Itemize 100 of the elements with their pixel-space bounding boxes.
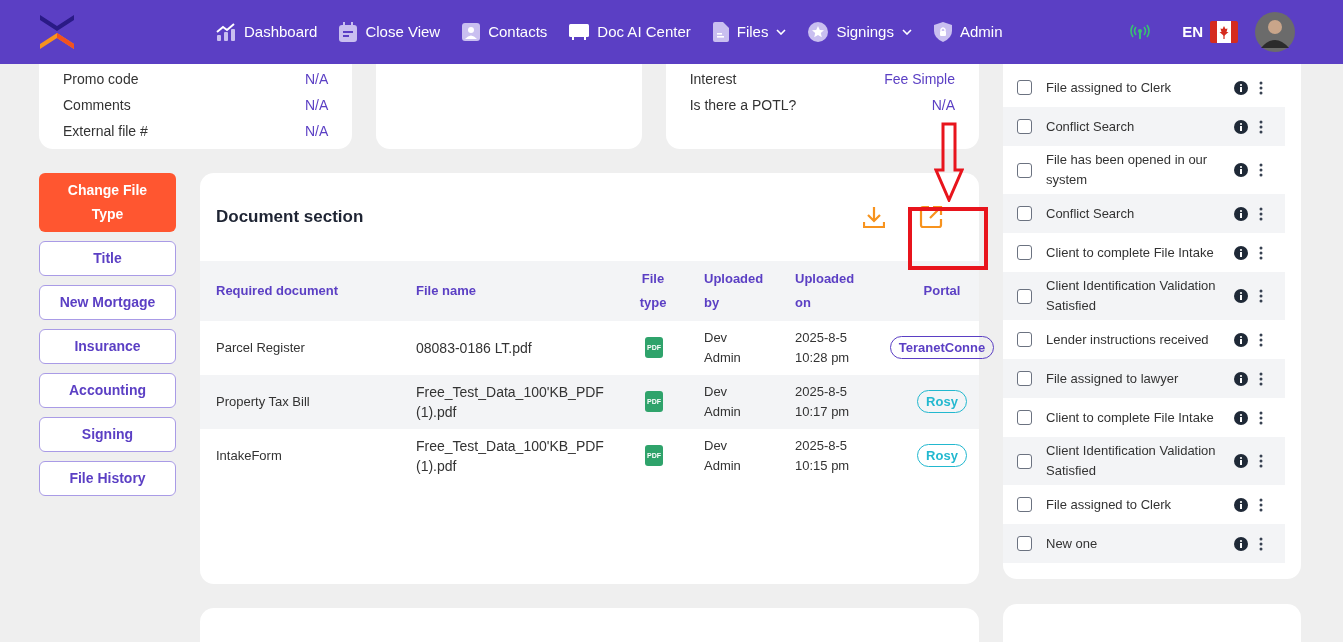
task-label: Lender instructions received <box>1046 330 1210 349</box>
task-label: File assigned to lawyer <box>1046 369 1180 388</box>
contact-icon <box>462 23 481 41</box>
more-options-icon[interactable] <box>1259 206 1263 221</box>
info-icon[interactable] <box>1234 410 1248 425</box>
table-cell-text: 2025-8-5 10:15 pm <box>795 436 851 475</box>
checkbox[interactable] <box>1017 497 1032 512</box>
checkbox[interactable] <box>1017 119 1032 134</box>
calendar-icon <box>339 22 358 42</box>
open-external-icon[interactable] <box>919 204 943 229</box>
task-label: File assigned to Clerk <box>1046 78 1172 97</box>
column-header: Required document <box>216 281 339 300</box>
more-options-icon[interactable] <box>1259 454 1263 468</box>
info-icon[interactable] <box>1234 163 1248 177</box>
field-value: N/A <box>305 95 329 115</box>
info-icon[interactable] <box>1234 119 1248 134</box>
field-value: N/A <box>305 69 329 89</box>
checkbox[interactable] <box>1017 453 1032 469</box>
more-options-icon[interactable] <box>1259 536 1263 551</box>
checkbox[interactable] <box>1017 371 1032 386</box>
screen-icon <box>569 23 590 41</box>
task-label: New one <box>1046 534 1099 553</box>
info-icon[interactable] <box>1234 497 1248 512</box>
checkbox[interactable] <box>1017 162 1032 178</box>
column-header: Uploaded on <box>795 269 856 312</box>
more-options-icon[interactable] <box>1259 410 1263 425</box>
section-button[interactable]: Accounting <box>39 372 176 408</box>
info-icon[interactable] <box>1234 80 1248 95</box>
nav-link[interactable]: Doc AI Center <box>569 20 691 44</box>
more-options-icon[interactable] <box>1259 163 1263 177</box>
nav-link[interactable]: Admin <box>933 20 1003 44</box>
checkbox[interactable] <box>1017 80 1032 95</box>
language-label[interactable]: EN <box>1182 20 1203 44</box>
task-label: File assigned to Clerk <box>1046 495 1172 514</box>
task-label: Client to complete File Intake <box>1046 243 1215 262</box>
info-icon[interactable] <box>1234 371 1248 386</box>
field-label: External file # <box>63 121 148 141</box>
table-cell-text: 2025-8-5 10:28 pm <box>795 328 851 367</box>
logo-icon <box>38 13 76 51</box>
info-icon[interactable] <box>1234 332 1248 347</box>
shield-icon <box>933 22 952 42</box>
info-icon[interactable] <box>1234 289 1248 303</box>
more-options-icon[interactable] <box>1259 289 1263 303</box>
more-options-icon[interactable] <box>1259 80 1263 95</box>
file-icon <box>712 22 729 42</box>
info-icon[interactable] <box>1234 536 1248 551</box>
nav-link[interactable]: Contacts <box>462 20 548 44</box>
checkbox[interactable] <box>1017 206 1032 221</box>
info-icon[interactable] <box>1234 206 1248 221</box>
info-icon[interactable] <box>1234 454 1248 468</box>
more-options-icon[interactable] <box>1259 332 1263 347</box>
checkbox[interactable] <box>1017 288 1032 304</box>
task-label: Client to complete File Intake <box>1046 408 1215 427</box>
checkbox[interactable] <box>1017 245 1032 260</box>
section-title: Document section <box>216 206 364 228</box>
table-cell-text: Dev Admin <box>704 382 742 421</box>
section-button[interactable]: Title <box>39 240 176 276</box>
nav-link[interactable]: Signings <box>808 20 912 44</box>
file-name-link[interactable]: Free_Test_Data_100'KB_PDF (1).pdf <box>416 381 626 422</box>
table-cell-text: Property Tax Bill <box>216 392 311 411</box>
column-header: File type <box>638 269 668 312</box>
section-button[interactable]: Signing <box>39 416 176 452</box>
column-header: Portal <box>923 281 961 300</box>
column-header: Uploaded by <box>704 269 765 312</box>
nav-link[interactable]: Files <box>712 20 787 44</box>
more-options-icon[interactable] <box>1259 245 1263 260</box>
more-options-icon[interactable] <box>1259 119 1263 134</box>
nav-link[interactable]: Dashboard <box>216 20 318 44</box>
signal-icon <box>1129 24 1152 40</box>
info-icon[interactable] <box>1234 245 1248 260</box>
more-options-icon[interactable] <box>1259 371 1263 386</box>
column-header: File name <box>416 281 476 300</box>
field-label: Interest <box>689 69 737 89</box>
section-button[interactable]: New Mortgage <box>39 284 176 320</box>
table-cell-text: Dev Admin <box>704 328 742 367</box>
task-label: Client Identification Validation Satisfied <box>1046 442 1217 480</box>
field-value: N/A <box>931 95 955 115</box>
more-options-icon[interactable] <box>1259 497 1263 512</box>
field-label: Comments <box>63 95 131 115</box>
checkbox[interactable] <box>1017 536 1032 551</box>
chart-icon <box>216 22 236 42</box>
task-label: Conflict Search <box>1046 117 1136 136</box>
table-cell-text: 2025-8-5 10:17 pm <box>795 382 851 421</box>
avatar-icon[interactable] <box>1255 12 1295 52</box>
table-cell-text: IntakeForm <box>216 446 283 465</box>
nav-link[interactable]: Close View <box>339 20 441 44</box>
field-label: Promo code <box>63 69 139 89</box>
task-label: Client Identification Validation Satisfied <box>1046 277 1217 315</box>
file-name-link[interactable]: 08083-0186 LT.pdf <box>416 337 626 358</box>
table-cell-text: Dev Admin <box>704 436 742 475</box>
task-label: Conflict Search <box>1046 204 1136 223</box>
checkbox[interactable] <box>1017 410 1032 425</box>
checkbox[interactable] <box>1017 332 1032 347</box>
section-button[interactable]: File History <box>39 460 176 496</box>
flag-icon[interactable] <box>1210 21 1238 43</box>
field-value: Fee Simple <box>884 69 955 89</box>
task-label: File has been opened in our system <box>1046 151 1209 189</box>
section-button[interactable]: Insurance <box>39 328 176 364</box>
file-name-link[interactable]: Free_Test_Data_100'KB_PDF (1).pdf <box>416 435 626 476</box>
field-value: N/A <box>305 121 329 141</box>
